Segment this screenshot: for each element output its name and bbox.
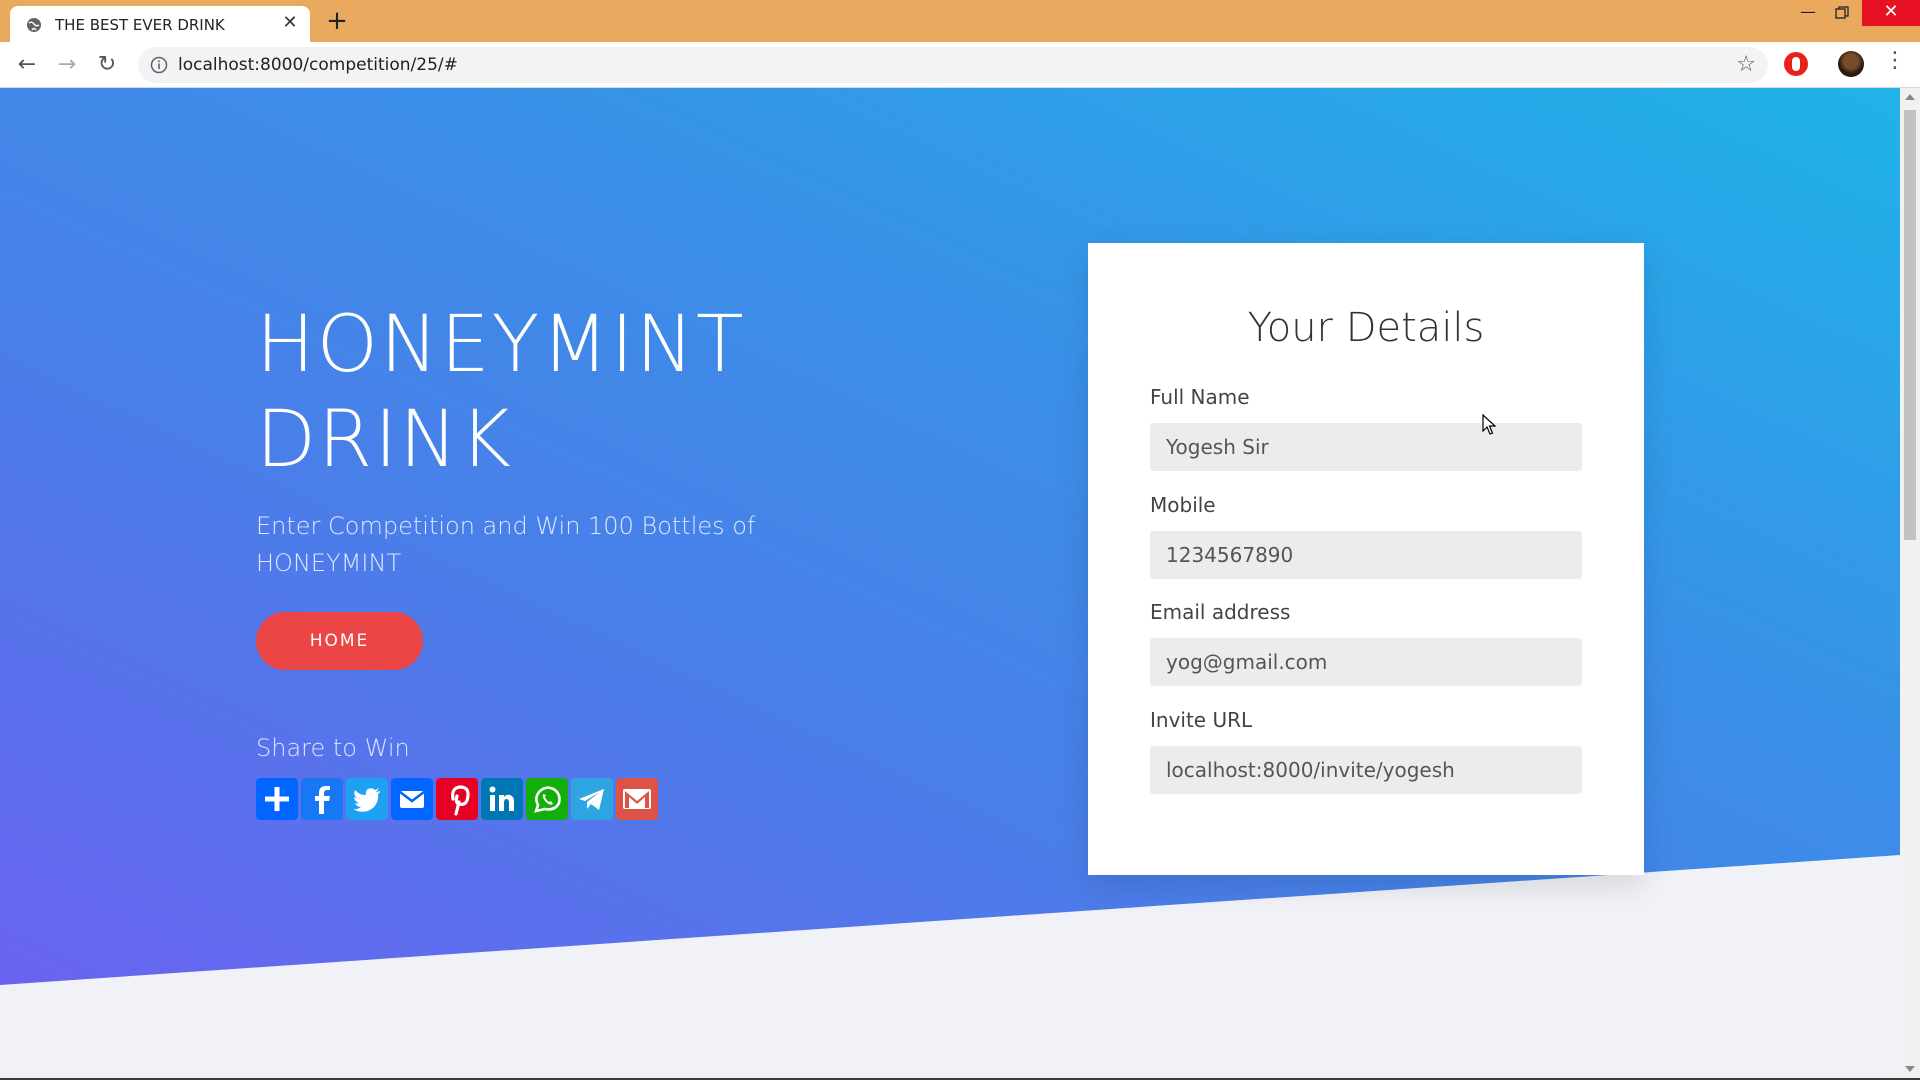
gmail-icon[interactable] <box>616 778 658 820</box>
hero-subtitle: Enter Competition and Win 100 Bottles of… <box>256 512 756 577</box>
twitter-icon[interactable] <box>346 778 388 820</box>
kebab-menu-icon[interactable]: ⋮ <box>1884 48 1906 73</box>
tab-title: THE BEST EVER DRINK <box>55 16 225 34</box>
pinterest-icon[interactable] <box>436 778 478 820</box>
telegram-icon[interactable] <box>571 778 613 820</box>
email-icon[interactable] <box>391 778 433 820</box>
card-title: Your Details <box>1247 305 1485 351</box>
browser-tab-bar: THE BEST EVER DRINK ✕ + — ✕ <box>0 0 1920 42</box>
full-name-field[interactable] <box>1150 423 1582 471</box>
addtoany-icon[interactable] <box>256 778 298 820</box>
scroll-thumb[interactable] <box>1904 110 1916 540</box>
scroll-down-arrow-icon[interactable] <box>1905 1066 1915 1072</box>
browser-toolbar: ← → ↻ localhost:8000/competition/25/# ☆ <box>0 42 1920 88</box>
profile-avatar[interactable] <box>1838 51 1864 77</box>
invite-url-label: Invite URL <box>1150 708 1253 732</box>
hero-title: HONEYMINT DRINK <box>256 300 746 485</box>
email-label: Email address <box>1150 600 1291 624</box>
mobile-label: Mobile <box>1150 493 1216 517</box>
tab-close-icon[interactable]: ✕ <box>280 13 300 33</box>
close-window-button[interactable]: ✕ <box>1862 0 1920 26</box>
url-text: localhost:8000/competition/25/# <box>178 55 458 75</box>
scroll-up-arrow-icon[interactable] <box>1905 94 1915 100</box>
back-arrow-icon[interactable]: ← <box>12 50 42 80</box>
info-icon[interactable] <box>150 56 168 74</box>
linkedin-icon[interactable] <box>481 778 523 820</box>
home-button[interactable]: HOME <box>256 612 423 670</box>
browser-tab[interactable]: THE BEST EVER DRINK ✕ <box>10 6 310 42</box>
email-field[interactable] <box>1150 638 1582 686</box>
mobile-field[interactable] <box>1150 531 1582 579</box>
mouse-cursor-icon <box>1482 414 1497 435</box>
forward-arrow-icon[interactable]: → <box>52 50 82 80</box>
reload-icon[interactable]: ↻ <box>92 50 122 80</box>
whatsapp-icon[interactable] <box>526 778 568 820</box>
invite-url-field[interactable] <box>1150 746 1582 794</box>
page-content: HONEYMINT DRINK Enter Competition and Wi… <box>0 88 1900 1078</box>
bookmark-star-icon[interactable]: ☆ <box>1736 52 1756 77</box>
details-card: Your Details Full Name Mobile Email addr… <box>1088 243 1644 875</box>
adblock-extension-icon[interactable] <box>1784 52 1808 76</box>
maximize-button[interactable] <box>1820 4 1864 30</box>
facebook-icon[interactable] <box>301 778 343 820</box>
page-scrollbar[interactable] <box>1900 88 1920 1078</box>
globe-icon <box>27 18 41 32</box>
address-bar[interactable]: localhost:8000/competition/25/# ☆ <box>138 47 1768 83</box>
full-name-label: Full Name <box>1150 385 1250 409</box>
share-title: Share to Win <box>256 734 410 762</box>
new-tab-button[interactable]: + <box>324 8 350 34</box>
